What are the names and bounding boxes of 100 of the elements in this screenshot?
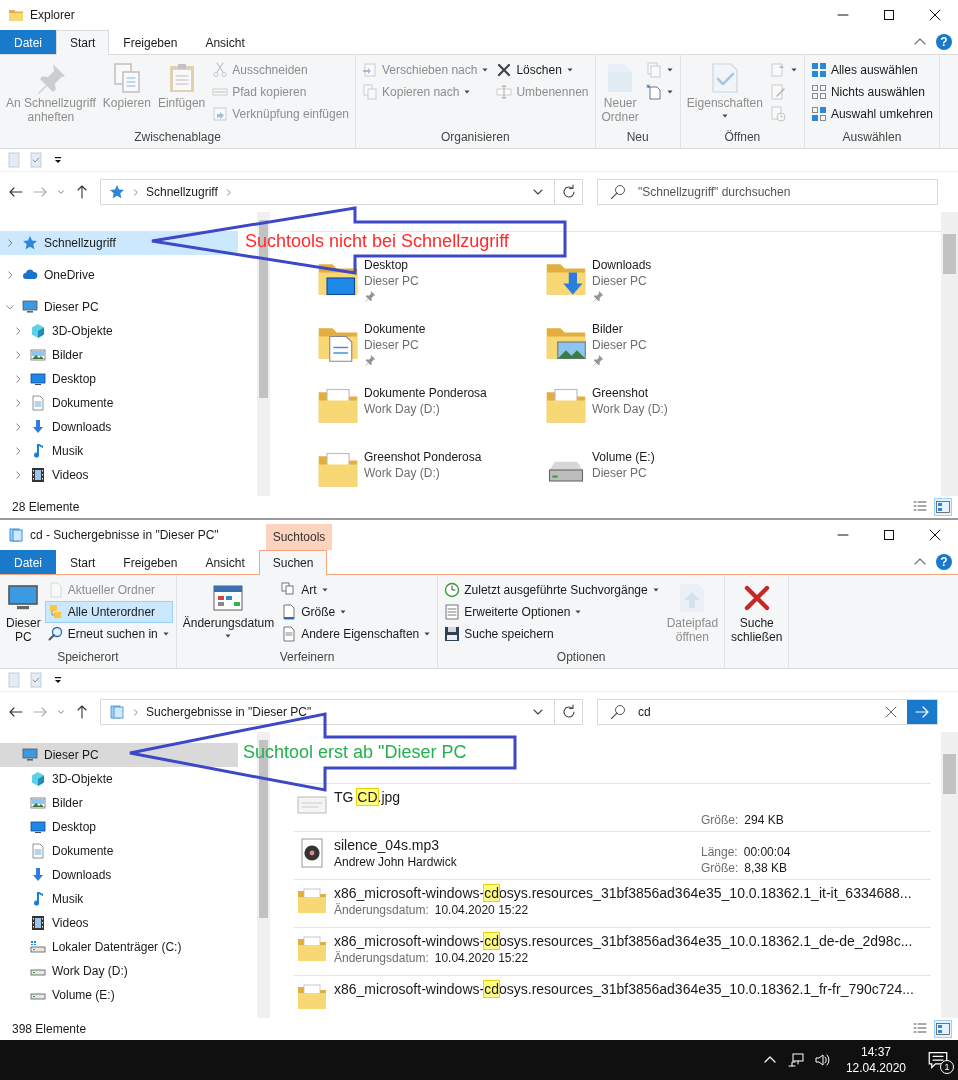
breadcrumb[interactable]: Suchergebnisse in "Dieser PC": [146, 705, 312, 719]
star-icon: [109, 184, 125, 200]
scrollbar[interactable]: [941, 212, 958, 496]
ribbon-button[interactable]: Erweiterte Optionen: [441, 601, 663, 623]
ribbon-button[interactable]: Suche schließen: [728, 577, 786, 650]
nav-item[interactable]: Downloads: [0, 863, 238, 887]
ribbon-button[interactable]: Löschen: [493, 59, 592, 81]
clear-icon[interactable]: [883, 704, 899, 720]
help-button[interactable]: ?: [936, 34, 952, 50]
address-bar[interactable]: Suchergebnisse in "Dieser PC": [100, 699, 555, 725]
chevron-icon: [131, 187, 140, 197]
nav-item[interactable]: Work Day (D:): [0, 959, 238, 983]
file-name[interactable]: silence_04s.mp3: [334, 837, 695, 853]
ribbon-button[interactable]: Erneut suchen in: [44, 623, 173, 645]
nav-item[interactable]: Dieser PC: [0, 743, 238, 767]
ribbon-tab[interactable]: Datei: [0, 550, 56, 574]
ribbon-button[interactable]: Zuletzt ausgeführte Suchvorgänge: [441, 579, 663, 601]
search-field[interactable]: "Schnellzugriff" durchsuchen: [597, 179, 938, 205]
tile-name[interactable]: Greenshot Ponderosa: [364, 449, 482, 465]
checkmark-document-icon[interactable]: [28, 672, 44, 688]
nav-item[interactable]: Musik: [0, 439, 238, 463]
speaker-icon[interactable]: [813, 1052, 830, 1068]
file-name[interactable]: TG CD.jpg: [334, 789, 695, 805]
file-name[interactable]: x86_microsoft-windows-cdosys.resources_31bf3856ad364e35_10.0.18362.1_it-it_6334688...: [334, 885, 931, 901]
chevron-icon: [5, 270, 15, 280]
clock-time[interactable]: 14:37: [860, 1044, 891, 1060]
tile-name[interactable]: Dokumente Ponderosa: [364, 385, 487, 401]
ribbon-tab[interactable]: Ansicht: [191, 30, 259, 54]
filled-grid-icon: [810, 62, 827, 78]
ribbon-button[interactable]: Alle Unterordner: [44, 601, 173, 623]
tile-location: Work Day (D:): [364, 401, 441, 417]
folders-icon: [47, 604, 64, 620]
ribbon-button[interactable]: Dieser PC: [3, 577, 44, 650]
tile-name[interactable]: Desktop: [364, 257, 419, 273]
ribbon-button[interactable]: Größe: [278, 601, 435, 623]
search-field[interactable]: cd: [597, 699, 938, 725]
tile-name[interactable]: Greenshot: [592, 385, 668, 401]
checkmark-document-icon[interactable]: [28, 152, 44, 168]
clock-date[interactable]: 12.04.2020: [845, 1060, 906, 1076]
close-icon[interactable]: [927, 7, 943, 23]
tile-name[interactable]: Volume (E:): [592, 449, 655, 465]
speech-bubble-icon[interactable]: [928, 1050, 948, 1070]
refresh-button[interactable]: [555, 179, 583, 205]
refresh-button[interactable]: [555, 699, 583, 725]
nav-item[interactable]: Downloads: [0, 415, 238, 439]
ribbon-button[interactable]: Auswahl umkehren: [807, 103, 936, 125]
help-button[interactable]: ?: [936, 554, 952, 570]
tile-location: Dieser PC: [364, 337, 420, 353]
address-bar[interactable]: Schnellzugriff: [100, 179, 555, 205]
tiles-view-icon[interactable]: [935, 1021, 951, 1037]
nav-item[interactable]: Schnellzugriff: [0, 231, 238, 255]
tile-name[interactable]: Downloads: [592, 257, 652, 273]
maximize-icon[interactable]: [881, 7, 897, 23]
go-button[interactable]: [907, 700, 937, 724]
close-icon[interactable]: [927, 527, 943, 543]
maximize-icon[interactable]: [881, 527, 897, 543]
search-input[interactable]: cd: [634, 705, 875, 719]
tile-name[interactable]: Bilder: [592, 321, 647, 337]
nav-item[interactable]: Bilder: [0, 343, 238, 367]
nav-item[interactable]: Musik: [0, 887, 238, 911]
tile-name[interactable]: Dokumente: [364, 321, 426, 337]
nav-item[interactable]: Videos: [0, 463, 238, 487]
ribbon-button[interactable]: Nichts auswählen: [807, 81, 936, 103]
nav-item[interactable]: Lokaler Datenträger (C:): [0, 935, 238, 959]
ribbon-button[interactable]: Änderungsdatum: [179, 577, 278, 650]
search-icon: [610, 184, 626, 200]
nav-item[interactable]: Desktop: [0, 367, 238, 391]
file-author: Andrew John Hardwick: [334, 855, 458, 869]
scrollbar[interactable]: [941, 732, 958, 1018]
ribbon-tab[interactable]: Start: [56, 550, 110, 574]
nav-item[interactable]: Volume (E:): [0, 983, 238, 1007]
ribbon-button[interactable]: Art: [278, 579, 435, 601]
nav-item[interactable]: Dokumente: [0, 391, 238, 415]
file-name[interactable]: x86_microsoft-windows-cdosys.resources_31bf3856ad364e35_10.0.18362.1_fr-fr_790c724...: [334, 981, 931, 997]
ribbon-tab[interactable]: Freigeben: [109, 30, 192, 54]
nav-item[interactable]: Dieser PC: [0, 295, 238, 319]
breadcrumb[interactable]: Schnellzugriff: [146, 185, 218, 199]
tiles-view-icon[interactable]: [935, 499, 951, 515]
nav-item[interactable]: Videos: [0, 911, 238, 935]
nav-item[interactable]: 3D-Objekte: [0, 767, 238, 791]
nav-item[interactable]: Bilder: [0, 791, 238, 815]
nav-item[interactable]: Dokumente: [0, 839, 238, 863]
ribbon-tab[interactable]: Ansicht: [191, 550, 259, 574]
ribbon-button[interactable]: Andere Eigenschaften: [278, 623, 435, 645]
ribbon-tab[interactable]: Freigeben: [109, 550, 192, 574]
calendar-icon: [212, 582, 245, 614]
rename-icon: [496, 84, 513, 100]
monitor-icon: [22, 747, 38, 763]
ribbon-tab[interactable]: Suchen: [258, 550, 328, 575]
file-name[interactable]: x86_microsoft-windows-cdosys.resources_31bf3856ad364e35_10.0.18362.1_de-de_2d98c...: [334, 933, 931, 949]
list-icon: [444, 604, 461, 620]
nav-item[interactable]: OneDrive: [0, 263, 238, 287]
ribbon-button[interactable]: Suche speichern: [441, 623, 663, 645]
ribbon-button[interactable]: Alles auswählen: [807, 59, 936, 81]
nav-item[interactable]: Desktop: [0, 815, 238, 839]
search-input[interactable]: "Schnellzugriff" durchsuchen: [634, 185, 937, 199]
network-icon[interactable]: [787, 1052, 804, 1068]
ribbon-tab[interactable]: Datei: [0, 30, 56, 54]
ribbon-tab[interactable]: Start: [56, 30, 110, 55]
nav-item[interactable]: 3D-Objekte: [0, 319, 238, 343]
